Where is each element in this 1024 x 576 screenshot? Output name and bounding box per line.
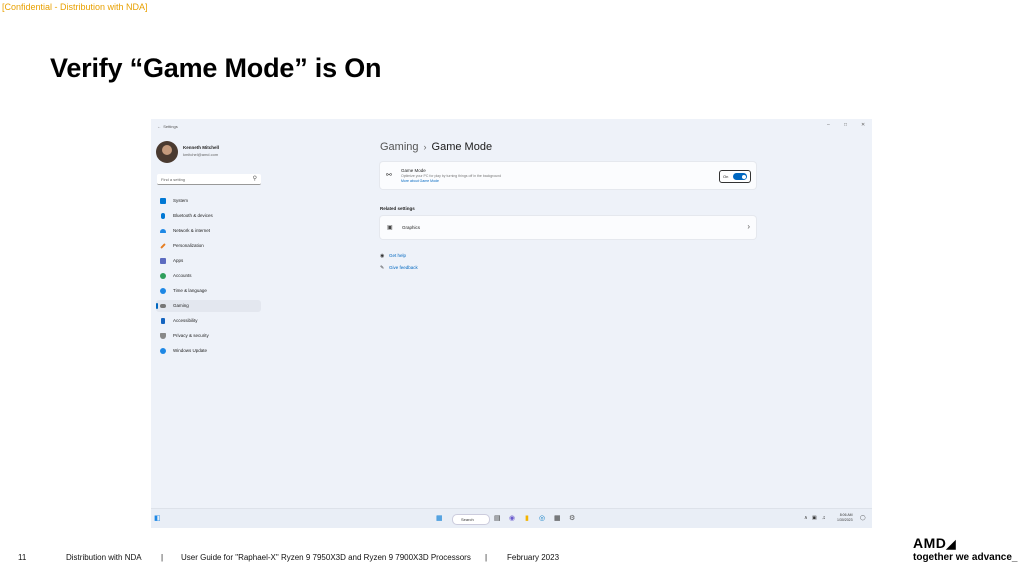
accessibility-icon <box>161 318 165 324</box>
sidebar-item-accessibility[interactable]: Accessibility <box>156 315 261 327</box>
breadcrumb: Gaming › Game Mode <box>380 141 492 153</box>
game-mode-learn-more-link[interactable]: More about Game Mode <box>401 179 439 183</box>
clock[interactable]: 8:06 AM 1/30/2023 <box>837 513 853 523</box>
apps-icon <box>160 258 166 264</box>
footer-date: February 2023 <box>507 553 560 562</box>
avatar[interactable] <box>156 141 178 163</box>
graphics-row[interactable]: ▣ Graphics › <box>380 216 756 239</box>
game-mode-description: Optimize your PC for play by turning thi… <box>401 174 502 178</box>
edge-icon[interactable]: ◎ <box>539 514 545 522</box>
sidebar-item-personalization[interactable]: Personalization <box>156 240 261 252</box>
amd-tagline: together we advance_ <box>913 552 1018 563</box>
chat-icon[interactable]: ◉ <box>509 514 515 522</box>
sidebar-item-gaming[interactable]: Gaming <box>156 300 261 312</box>
volume-icon[interactable]: ♫ <box>822 515 826 521</box>
breadcrumb-separator: › <box>423 142 427 152</box>
related-settings-heading: Related settings <box>380 206 415 211</box>
game-mode-card: ⚯ Game Mode Optimize your PC for play by… <box>380 162 756 189</box>
maximize-button[interactable]: □ <box>844 122 847 128</box>
game-mode-toggle[interactable] <box>733 173 747 180</box>
update-icon <box>160 348 166 354</box>
bluetooth-icon <box>161 213 165 219</box>
active-indicator <box>156 303 158 309</box>
sidebar-item-time-language[interactable]: Time & language <box>156 285 261 297</box>
sidebar-item-network[interactable]: Network & internet <box>156 225 261 237</box>
page-number: 11 <box>18 553 27 562</box>
sidebar-item-privacy[interactable]: Privacy & security <box>156 330 261 342</box>
footer-distribution: Distribution with NDA <box>66 553 142 562</box>
globe-icon <box>160 288 166 294</box>
sidebar-item-bluetooth[interactable]: Bluetooth & devices <box>156 210 261 222</box>
file-explorer-icon[interactable]: ▮ <box>525 514 529 522</box>
search-icon: ⚲ <box>252 176 257 182</box>
toggle-state-label: On <box>723 174 729 179</box>
task-view-icon[interactable]: ▤ <box>494 514 501 522</box>
shield-icon <box>160 333 166 339</box>
store-icon[interactable]: ▦ <box>554 514 561 522</box>
feedback-icon: ✎ <box>380 265 385 271</box>
sidebar-item-apps[interactable]: Apps <box>156 255 261 267</box>
breadcrumb-parent[interactable]: Gaming <box>380 141 419 153</box>
minimize-button[interactable]: – <box>827 122 830 128</box>
graphics-icon: ▣ <box>387 225 393 231</box>
sidebar-item-accounts[interactable]: Accounts <box>156 270 261 282</box>
game-mode-toggle-highlight: On <box>719 170 751 183</box>
footer-separator: | <box>485 553 488 562</box>
window-title: ← Settings <box>157 124 178 129</box>
game-mode-title: Game Mode <box>401 168 426 173</box>
graphics-label: Graphics <box>402 225 421 230</box>
footer-guide-title: User Guide for "Raphael-X" Ryzen 9 7950X… <box>181 553 471 562</box>
start-icon[interactable]: ▦ <box>436 514 443 522</box>
taskbar: ◧ ▦ Search ▤ ◉ ▮ ◎ ▦ ⚙ ∧ ▣ ♫ 8:06 AM 1/3… <box>151 508 872 528</box>
widgets-icon[interactable]: ◧ <box>154 514 161 522</box>
help-icon: ◉ <box>380 253 385 259</box>
search-input[interactable]: Find a setting ⚲ <box>157 174 261 185</box>
search-placeholder: Find a setting <box>161 177 186 182</box>
user-email: kmitchel@amd.com <box>183 152 219 157</box>
amd-logo: AMD◢ <box>913 535 957 551</box>
settings-gear-icon[interactable]: ⚙ <box>569 514 575 522</box>
tray-chevron-icon[interactable]: ∧ <box>804 515 808 521</box>
page-title: Game Mode <box>431 141 493 153</box>
confidential-banner: [Confidential - Distribution with NDA] <box>2 2 148 12</box>
taskbar-search[interactable]: Search <box>452 514 490 525</box>
user-name: Kenneth Mitchell <box>183 145 220 150</box>
sidebar-item-system[interactable]: System <box>156 195 261 207</box>
chevron-right-icon: › <box>747 222 750 231</box>
system-icon <box>160 198 166 204</box>
wifi-icon <box>160 229 166 233</box>
sidebar-item-windows-update[interactable]: Windows Update <box>156 345 261 357</box>
slide-title: Verify “Game Mode” is On <box>50 53 382 83</box>
close-button[interactable]: ✕ <box>861 122 865 128</box>
give-feedback-link[interactable]: ✎ Give feedback <box>380 265 418 271</box>
notification-icon[interactable]: ◯ <box>860 515 866 521</box>
footer-separator: | <box>161 553 164 562</box>
gamepad-icon <box>160 304 166 308</box>
get-help-link[interactable]: ◉ Get help <box>380 253 406 259</box>
settings-screenshot: ← Settings – □ ✕ Kenneth Mitchell kmitch… <box>151 119 872 528</box>
clock-date: 1/30/2023 <box>837 518 853 522</box>
account-icon <box>160 273 166 279</box>
network-icon[interactable]: ▣ <box>812 515 817 521</box>
brush-icon <box>160 243 166 249</box>
game-mode-icon: ⚯ <box>386 172 392 179</box>
